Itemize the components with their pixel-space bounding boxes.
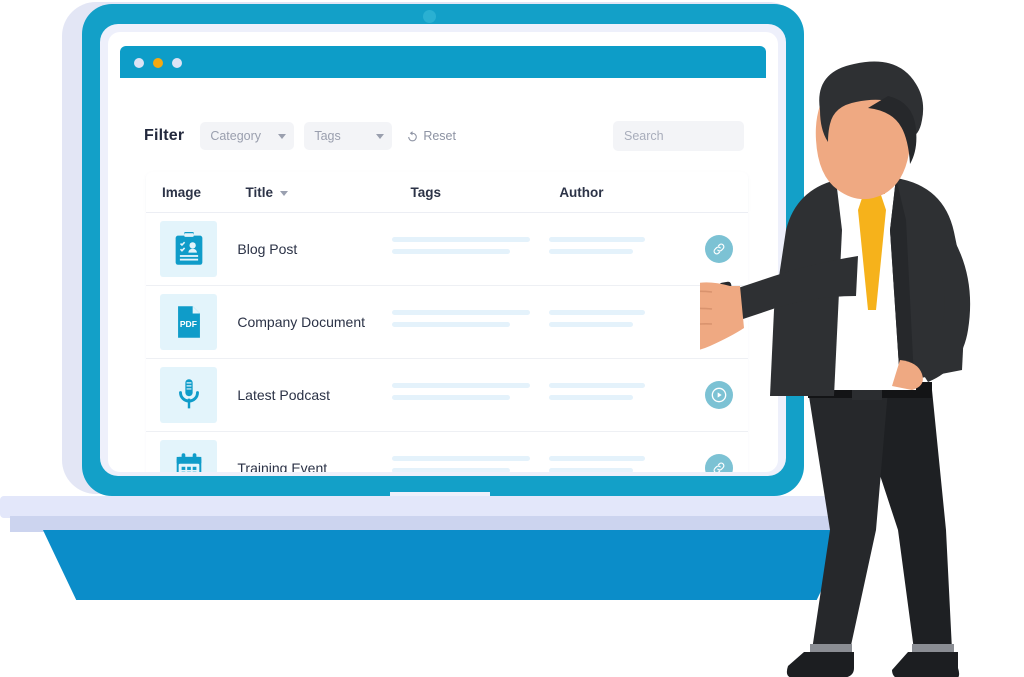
row-title: Latest Podcast — [237, 387, 330, 403]
pdf-file-icon: PDF — [177, 306, 200, 338]
table-row[interactable]: Blog Post — [146, 213, 748, 286]
column-header-title-label: Title — [245, 184, 273, 200]
svg-text:PDF: PDF — [180, 319, 197, 329]
row-title: Blog Post — [237, 241, 298, 257]
table-row[interactable]: Training Event — [146, 432, 748, 472]
table-row[interactable]: PDF Company Document — [146, 286, 748, 359]
window-dot-close[interactable] — [134, 58, 144, 68]
microphone-icon — [178, 379, 199, 409]
reset-rotate-icon — [408, 130, 418, 141]
app-page: Filter Category Tags Reset Search Image … — [120, 78, 766, 472]
row-author-placeholder — [549, 456, 691, 472]
category-dropdown[interactable]: Category — [200, 122, 295, 150]
content-table: Image Title Tags Author Blog Post PDF Co… — [146, 172, 748, 472]
shoe-left — [892, 652, 960, 677]
calendar-icon — [176, 453, 201, 472]
row-tags-placeholder — [392, 237, 549, 261]
webcam-icon — [423, 10, 436, 23]
column-header-author: Author — [559, 184, 604, 200]
row-thumbnail — [160, 367, 218, 423]
browser-titlebar — [120, 46, 766, 78]
chevron-down-icon — [278, 133, 287, 139]
reset-label: Reset — [423, 129, 456, 143]
tags-dropdown-label: Tags — [314, 129, 341, 143]
laptop-screen: Filter Category Tags Reset Search Image … — [108, 32, 778, 472]
chevron-down-icon — [376, 133, 385, 139]
row-author-placeholder — [549, 237, 691, 261]
illustration-scene: Filter Category Tags Reset Search Image … — [0, 0, 1024, 677]
row-author-placeholder — [549, 310, 691, 334]
column-header-title[interactable]: Title — [245, 185, 410, 200]
row-author-placeholder — [549, 383, 691, 407]
table-header-row: Image Title Tags Author — [146, 172, 748, 213]
row-title: Training Event — [237, 460, 328, 472]
row-tags-placeholder — [392, 383, 549, 407]
filter-heading: Filter — [144, 127, 185, 144]
window-dot-maximize[interactable] — [172, 58, 182, 68]
trouser-right — [808, 390, 888, 650]
row-tags-placeholder — [392, 456, 549, 472]
row-thumbnail — [160, 440, 218, 472]
reset-button[interactable]: Reset — [406, 129, 456, 143]
sort-descending-icon — [279, 190, 288, 196]
filter-toolbar: Filter Category Tags Reset Search — [134, 114, 752, 158]
clipboard-resume-icon — [175, 232, 203, 265]
row-thumbnail — [160, 221, 218, 277]
table-row[interactable]: Latest Podcast — [146, 359, 748, 432]
businessman-illustration — [700, 61, 971, 677]
column-header-image: Image — [162, 184, 202, 200]
pointing-hand — [700, 282, 744, 350]
row-tags-placeholder — [392, 310, 549, 334]
window-dot-minimize[interactable] — [153, 58, 163, 68]
row-thumbnail: PDF — [160, 294, 218, 350]
column-header-tags: Tags — [410, 184, 442, 200]
category-dropdown-label: Category — [210, 129, 262, 143]
row-title: Company Document — [237, 314, 365, 330]
tags-dropdown[interactable]: Tags — [304, 122, 393, 150]
shoe-right — [786, 652, 854, 677]
